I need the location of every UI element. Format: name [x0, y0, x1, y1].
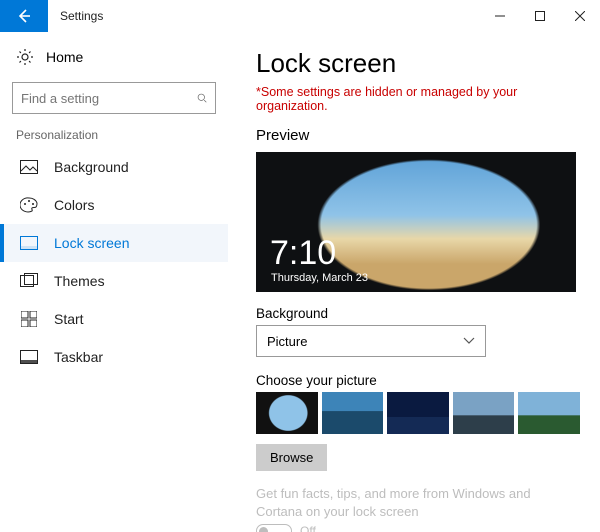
sidebar-item-themes[interactable]: Themes [0, 262, 228, 300]
sidebar-item-label: Themes [54, 273, 105, 289]
choose-picture-label: Choose your picture [256, 373, 580, 388]
preview-date: Thursday, March 23 [271, 272, 368, 284]
picture-thumb-4[interactable] [453, 392, 515, 434]
taskbar-icon [20, 348, 38, 366]
sidebar-item-start[interactable]: Start [0, 300, 228, 338]
picture-thumb-5[interactable] [518, 392, 580, 434]
gear-icon [16, 48, 34, 66]
arrow-left-icon [16, 8, 32, 24]
lock-screen-preview: 7:10 Thursday, March 23 [256, 152, 576, 292]
sidebar-item-lock-screen[interactable]: Lock screen [0, 224, 228, 262]
lock-screen-icon [20, 234, 38, 252]
sidebar-item-label: Colors [54, 197, 94, 213]
toggle-track [256, 524, 292, 532]
chevron-down-icon [463, 337, 475, 345]
picture-thumb-2[interactable] [322, 392, 384, 434]
search-icon [197, 91, 207, 105]
page-title: Lock screen [256, 48, 580, 79]
picture-icon [20, 158, 38, 176]
browse-button[interactable]: Browse [256, 444, 327, 471]
sidebar-home-label: Home [46, 49, 83, 65]
app-title: Settings [48, 0, 115, 32]
sidebar-item-background[interactable]: Background [0, 148, 228, 186]
start-icon [20, 310, 38, 328]
search-input[interactable] [21, 91, 197, 106]
sidebar-item-label: Start [54, 311, 84, 327]
maximize-icon [535, 11, 545, 21]
preview-time: 7:10 [270, 236, 336, 270]
sidebar-item-label: Lock screen [54, 235, 129, 251]
sidebar-item-label: Taskbar [54, 349, 103, 365]
close-button[interactable] [560, 0, 600, 32]
titlebar: Settings [0, 0, 600, 32]
picture-thumb-3[interactable] [387, 392, 449, 434]
minimize-icon [495, 11, 505, 21]
minimize-button[interactable] [480, 0, 520, 32]
palette-icon [20, 196, 38, 214]
background-dropdown-value: Picture [267, 334, 307, 349]
picture-thumb-1[interactable] [256, 392, 318, 434]
sidebar: Home Personalization Background Colors L… [0, 32, 228, 532]
sidebar-section-label: Personalization [0, 128, 228, 148]
background-dropdown[interactable]: Picture [256, 325, 486, 357]
sidebar-item-label: Background [54, 159, 129, 175]
sidebar-item-colors[interactable]: Colors [0, 186, 228, 224]
sidebar-item-home[interactable]: Home [0, 40, 228, 74]
toggle-knob [259, 527, 268, 532]
funfacts-label: Get fun facts, tips, and more from Windo… [256, 485, 580, 520]
preview-label: Preview [256, 127, 580, 144]
picture-thumbnails [256, 392, 580, 434]
search-input-wrap[interactable] [12, 82, 216, 114]
background-label: Background [256, 306, 580, 321]
funfacts-toggle-state: Off [300, 524, 316, 532]
maximize-button[interactable] [520, 0, 560, 32]
content: Lock screen *Some settings are hidden or… [228, 32, 600, 532]
org-managed-note: *Some settings are hidden or managed by … [256, 85, 580, 113]
themes-icon [20, 272, 38, 290]
back-button[interactable] [0, 0, 48, 32]
close-icon [575, 11, 585, 21]
funfacts-toggle: Off [256, 524, 580, 532]
sidebar-item-taskbar[interactable]: Taskbar [0, 338, 228, 376]
